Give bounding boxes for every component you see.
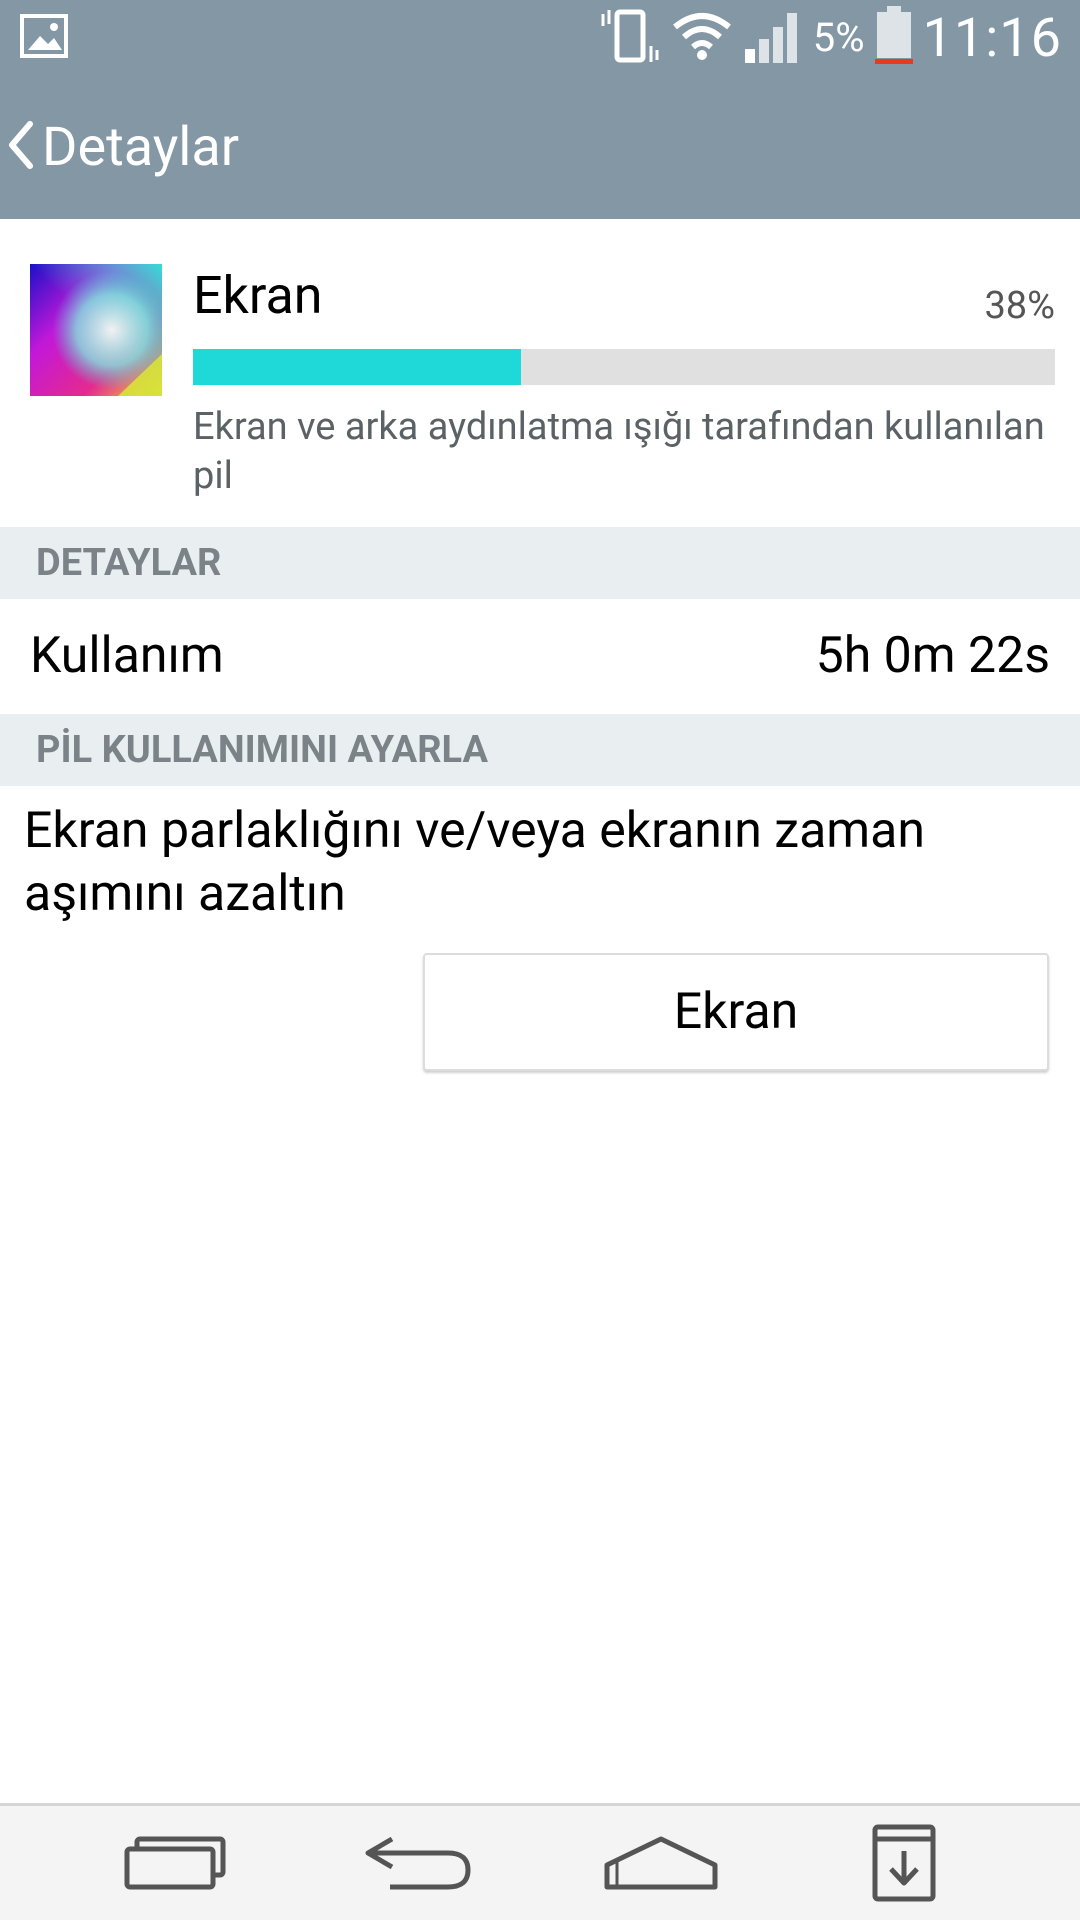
display-gradient-icon <box>30 264 162 396</box>
clock: 11:16 <box>922 6 1062 70</box>
app-name: Ekran <box>193 265 323 326</box>
usage-value: 5h 0m 22s <box>815 627 1050 685</box>
navigation-bar <box>0 1803 1080 1920</box>
vibrate-icon <box>601 6 661 70</box>
back-button[interactable]: Detaylar <box>0 75 269 219</box>
action-bar: Detaylar <box>0 75 1080 219</box>
screen-settings-button[interactable]: Ekran <box>423 953 1049 1071</box>
recent-apps-icon[interactable] <box>100 1806 250 1920</box>
usage-label: Kullanım <box>30 627 224 685</box>
usage-progress-bar <box>193 349 1055 385</box>
signal-icon <box>743 7 803 69</box>
battery-low-icon <box>874 6 913 70</box>
wifi-icon <box>671 11 733 65</box>
app-description: Ekran ve arka aydınlatma ışığı tarafında… <box>193 405 1045 498</box>
usage-progress-fill <box>193 349 521 385</box>
notification-pull-icon[interactable] <box>829 1806 979 1920</box>
home-icon[interactable] <box>586 1806 736 1920</box>
back-icon[interactable] <box>343 1806 493 1920</box>
adjust-section-header: PİL KULLANIMINI AYARLA <box>0 714 1080 786</box>
adjust-tip: Ekran parlaklığını ve/veya ekranın zaman… <box>24 802 925 923</box>
details-section-title: DETAYLAR <box>36 541 222 585</box>
battery-percent: 5% <box>812 14 865 61</box>
image-notification-icon <box>20 14 68 58</box>
status-bar: 5% 11:16 <box>0 0 1080 75</box>
usage-row: Kullanım 5h 0m 22s <box>0 600 1080 712</box>
page-title: Detaylar <box>42 115 240 179</box>
chevron-left-icon <box>6 120 36 174</box>
adjust-section-title: PİL KULLANIMINI AYARLA <box>36 728 488 772</box>
usage-percent: 38% <box>984 284 1055 328</box>
details-section-header: DETAYLAR <box>0 527 1080 599</box>
